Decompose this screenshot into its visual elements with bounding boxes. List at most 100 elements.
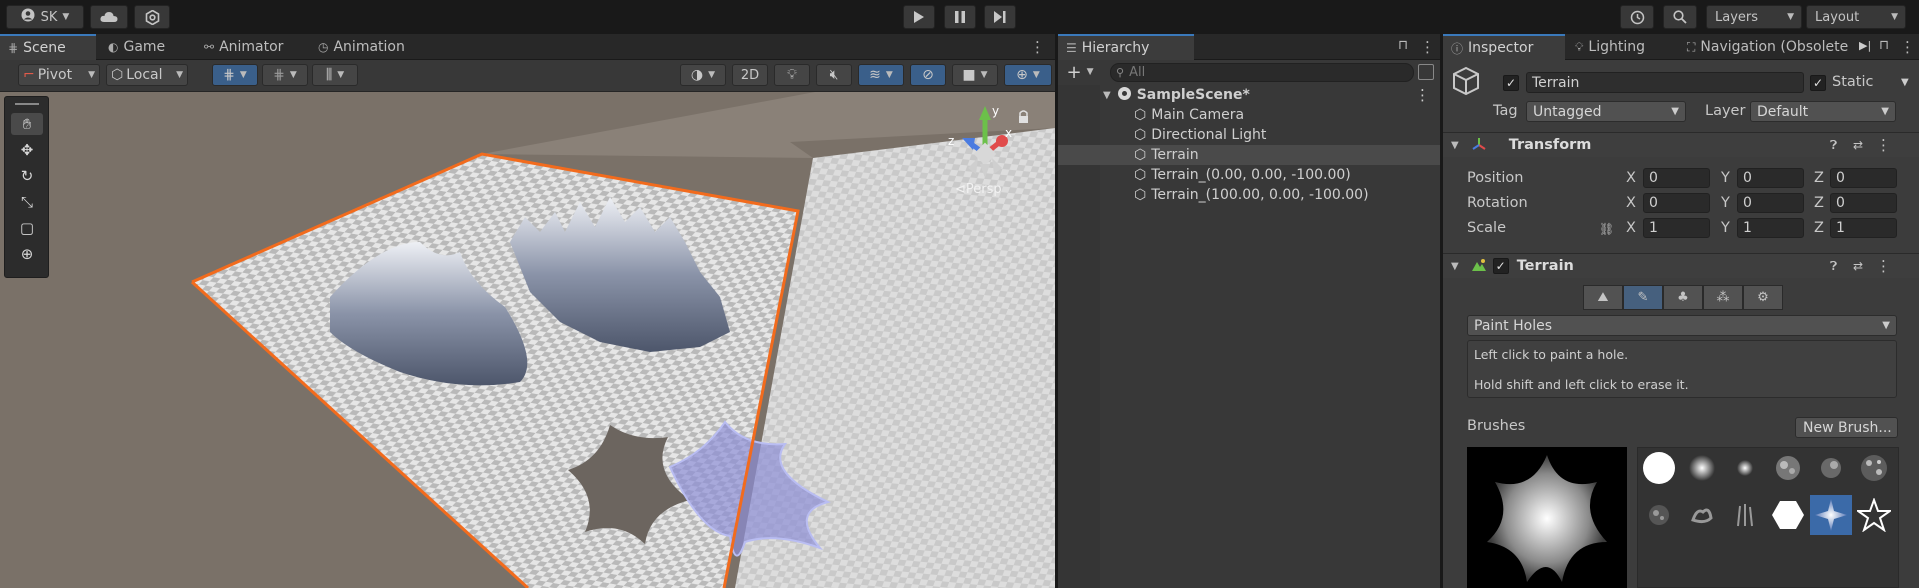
camera-dropdown[interactable]: ■ ▼ (952, 64, 998, 86)
component-menu-icon[interactable]: ⋮ (1876, 136, 1891, 154)
transform-header[interactable]: ▼ Transform ❓︎ ⇄ ⋮ (1443, 132, 1919, 157)
create-button[interactable]: + ▼ (1062, 62, 1098, 83)
scale-x-field[interactable]: 1 (1643, 218, 1710, 238)
tab-inspector[interactable]: ⓘ Inspector (1443, 34, 1565, 60)
scene-row[interactable]: ▼ SampleScene* ⋮ (1058, 85, 1440, 105)
brush-item[interactable] (1724, 495, 1766, 535)
pivot-dropdown[interactable]: ⌐ Pivot ▼ (18, 64, 100, 86)
hand-tool-button[interactable]: ✋︎ (11, 113, 43, 135)
brush-item[interactable] (1638, 495, 1680, 535)
brush-item[interactable] (1767, 495, 1809, 535)
play-button[interactable] (903, 5, 935, 29)
brush-item[interactable] (1681, 448, 1723, 488)
active-checkbox[interactable]: ✓ (1503, 75, 1519, 91)
cloud-button[interactable] (90, 5, 128, 29)
tab-animator[interactable]: ⚯ Animator (196, 34, 304, 60)
expand-arrow-icon[interactable]: ▼ (1103, 90, 1111, 101)
brush-item-selected[interactable] (1810, 495, 1852, 535)
component-menu-icon[interactable]: ⋮ (1876, 257, 1891, 275)
scale-z-field[interactable]: 1 (1830, 218, 1897, 238)
rotate-tool-button[interactable]: ↻ (11, 165, 43, 187)
tab-hierarchy[interactable]: ☰ Hierarchy (1058, 34, 1194, 60)
hierarchy-item[interactable]: ⬡ Main Camera (1058, 105, 1440, 125)
rotation-x-field[interactable]: 0 (1643, 193, 1710, 213)
brush-item[interactable] (1767, 448, 1809, 488)
search-filter-icon[interactable] (1418, 64, 1434, 80)
link-scale-icon[interactable]: ⛓ (1599, 222, 1614, 236)
tab-navigation[interactable]: ⛶ Navigation (Obsolete (1679, 34, 1857, 60)
layer-dropdown[interactable]: Default ▼ (1750, 101, 1896, 122)
account-button[interactable]: SK ▼ (6, 5, 84, 29)
help-icon[interactable]: ❓︎ (1830, 259, 1837, 274)
brush-item[interactable] (1810, 448, 1852, 488)
search-button[interactable] (1663, 5, 1697, 29)
position-z-field[interactable]: 0 (1830, 168, 1897, 188)
hierarchy-item[interactable]: ⬡ Terrain_(100.00, 0.00, -100.00) (1058, 185, 1440, 205)
brush-item[interactable] (1681, 495, 1723, 535)
step-button[interactable] (984, 5, 1016, 29)
expand-arrow-icon[interactable]: ▼ (1451, 140, 1459, 151)
brush-item[interactable] (1724, 448, 1766, 488)
move-tool-button[interactable]: ✥ (11, 139, 43, 161)
static-checkbox[interactable]: ✓ (1810, 75, 1826, 91)
audio-toggle[interactable]: 🔇︎ (816, 64, 852, 86)
pause-button[interactable] (944, 5, 976, 29)
gizmos-dropdown[interactable]: ⊕ ▼ (1004, 64, 1052, 86)
scale-y-field[interactable]: 1 (1737, 218, 1804, 238)
paint-details-button[interactable]: ⁂ (1703, 285, 1743, 310)
layout-dropdown[interactable]: Layout ▼ (1806, 5, 1906, 29)
gameobject-large-icon[interactable] (1451, 66, 1481, 99)
object-name-field[interactable]: Terrain (1526, 72, 1804, 93)
grid-snap-toggle[interactable]: ⋕ ▼ (212, 64, 258, 86)
terrain-tool-dropdown[interactable]: Paint Holes ▼ (1467, 315, 1897, 336)
lighting-toggle[interactable]: 💡︎ (774, 64, 810, 86)
lock-icon[interactable]: ⊓ (1879, 38, 1889, 53)
rotation-z-field[interactable]: 0 (1830, 193, 1897, 213)
tab-scroll-icon[interactable]: ▶︎| (1859, 39, 1871, 52)
terrain-enabled-checkbox[interactable]: ✓ (1492, 258, 1509, 274)
paint-terrain-button[interactable]: ✎ (1623, 285, 1663, 310)
brush-item[interactable] (1853, 495, 1895, 535)
hierarchy-item[interactable]: ⬡ Directional Light (1058, 125, 1440, 145)
collab-settings-button[interactable] (134, 5, 170, 29)
create-neighbor-terrain-button[interactable]: ⛰︎ (1583, 285, 1623, 310)
rect-tool-button[interactable]: ▢ (11, 217, 43, 239)
lock-icon[interactable] (1019, 116, 1028, 123)
2d-toggle[interactable]: 2D (732, 64, 768, 86)
perspective-label[interactable]: ⊲Persp (955, 182, 1002, 197)
scale-tool-button[interactable]: ⤡ (11, 191, 43, 213)
new-brush-button[interactable]: New Brush... (1795, 417, 1898, 438)
tab-animation[interactable]: ◷ Animation (310, 34, 430, 60)
panel-splitter[interactable] (1440, 34, 1443, 588)
drag-handle-icon[interactable] (15, 103, 39, 105)
terrain-component-header[interactable]: ▼ ✓ Terrain ❓︎ ⇄ ⋮ (1443, 253, 1919, 278)
tab-game[interactable]: ◐ Game (100, 34, 180, 60)
paint-trees-button[interactable]: ♣ (1663, 285, 1703, 310)
panel-splitter[interactable] (1055, 34, 1058, 588)
panel-menu-icon[interactable]: ⋮ (1900, 38, 1915, 56)
panel-menu-icon[interactable]: ⋮ (1420, 38, 1435, 56)
rotation-y-field[interactable]: 0 (1737, 193, 1804, 213)
scene-visibility-toggle[interactable]: ⊘ (910, 64, 946, 86)
ruler-button[interactable]: ⫼ ▼ (312, 64, 358, 86)
expand-arrow-icon[interactable]: ▼ (1451, 261, 1459, 272)
hierarchy-item-selected[interactable]: ⬡ Terrain (1058, 145, 1440, 165)
row-menu-icon[interactable]: ⋮ (1415, 86, 1430, 104)
terrain-settings-button[interactable]: ⚙︎ (1743, 285, 1783, 310)
undo-history-button[interactable] (1620, 5, 1654, 29)
brush-item[interactable] (1638, 448, 1680, 488)
position-x-field[interactable]: 0 (1643, 168, 1710, 188)
help-icon[interactable]: ❓︎ (1830, 138, 1837, 153)
position-y-field[interactable]: 0 (1737, 168, 1804, 188)
hierarchy-search[interactable]: ⚲ All (1110, 63, 1414, 82)
chevron-down-icon[interactable]: ▼ (1901, 77, 1909, 88)
brush-item[interactable] (1853, 448, 1895, 488)
panel-menu-icon[interactable]: ⋮ (1030, 38, 1045, 56)
hierarchy-item[interactable]: ⬡ Terrain_(0.00, 0.00, -100.00) (1058, 165, 1440, 185)
space-dropdown[interactable]: ⬡ Local ▼ (106, 64, 188, 86)
tag-dropdown[interactable]: Untagged ▼ (1526, 101, 1686, 122)
preset-icon[interactable]: ⇄ (1853, 259, 1863, 273)
preset-icon[interactable]: ⇄ (1853, 138, 1863, 152)
tab-scene[interactable]: ⋕ Scene (0, 34, 96, 60)
layers-dropdown[interactable]: Layers ▼ (1706, 5, 1802, 29)
